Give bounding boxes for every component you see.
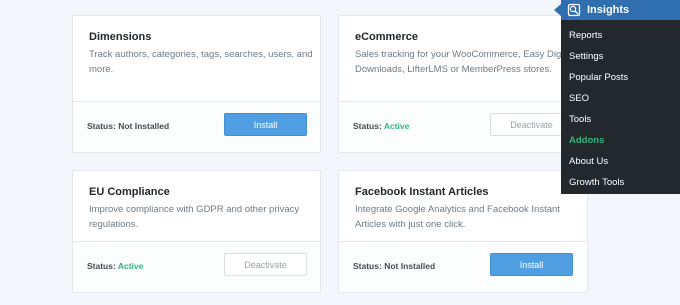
addon-description: Integrate Google Analytics and Facebook … [355, 204, 560, 230]
menu-item-tools[interactable]: Tools [561, 109, 680, 130]
menu-item-addons[interactable]: Addons [561, 130, 680, 151]
menu-pointer [554, 4, 561, 16]
insights-icon [567, 3, 581, 17]
addon-footer: Status: Active Deactivate [339, 101, 587, 152]
addon-title: Dimensions [89, 31, 152, 43]
status-value: Not Installed [118, 121, 170, 131]
addon-status: Status: Not Installed [87, 121, 169, 131]
status-label: Status: [87, 261, 116, 271]
menu-item-popular-posts[interactable]: Popular Posts [561, 67, 680, 88]
addon-card-facebook-instant-articles: Facebook Instant Articles Integrate Goog… [338, 170, 588, 293]
addon-title: eCommerce [355, 31, 418, 43]
deactivate-button[interactable]: Deactivate [224, 253, 307, 276]
addon-title: EU Compliance [89, 186, 170, 198]
status-value: Not Installed [384, 261, 436, 271]
addon-description: Track authors, categories, tags, searche… [89, 49, 313, 75]
addon-footer: Status: Active Deactivate [73, 241, 320, 292]
insights-submenu: Reports Settings Popular Posts SEO Tools… [561, 20, 680, 194]
addon-status: Status: Active [87, 261, 143, 271]
status-value: Active [383, 121, 410, 131]
status-label: Status: [353, 261, 382, 271]
insights-menu-header[interactable]: Insights [561, 0, 680, 20]
menu-item-settings[interactable]: Settings [561, 46, 680, 67]
addon-status: Status: Active [353, 121, 409, 131]
addon-card-eu-compliance: EU Compliance Improve compliance with GD… [72, 170, 321, 293]
install-button[interactable]: Install [490, 253, 573, 276]
addon-footer: Status: Not Installed Install [339, 241, 587, 292]
menu-item-seo[interactable]: SEO [561, 88, 680, 109]
addon-card-dimensions: Dimensions Track authors, categories, ta… [72, 15, 321, 153]
status-label: Status: [87, 121, 116, 131]
addon-description: Sales tracking for your WooCommerce, Eas… [355, 49, 574, 75]
addon-description: Improve compliance with GDPR and other p… [89, 204, 300, 230]
install-button[interactable]: Install [224, 113, 307, 136]
addon-card-ecommerce: eCommerce Sales tracking for your WooCom… [338, 15, 588, 153]
menu-title: Insights [587, 4, 630, 16]
addon-status: Status: Not Installed [353, 261, 435, 271]
status-value: Active [117, 261, 144, 271]
menu-item-reports[interactable]: Reports [561, 25, 680, 46]
addon-footer: Status: Not Installed Install [73, 101, 320, 152]
status-label: Status: [353, 121, 382, 131]
menu-item-about-us[interactable]: About Us [561, 151, 680, 172]
menu-item-growth-tools[interactable]: Growth Tools [561, 172, 680, 193]
addon-title: Facebook Instant Articles [355, 186, 489, 198]
